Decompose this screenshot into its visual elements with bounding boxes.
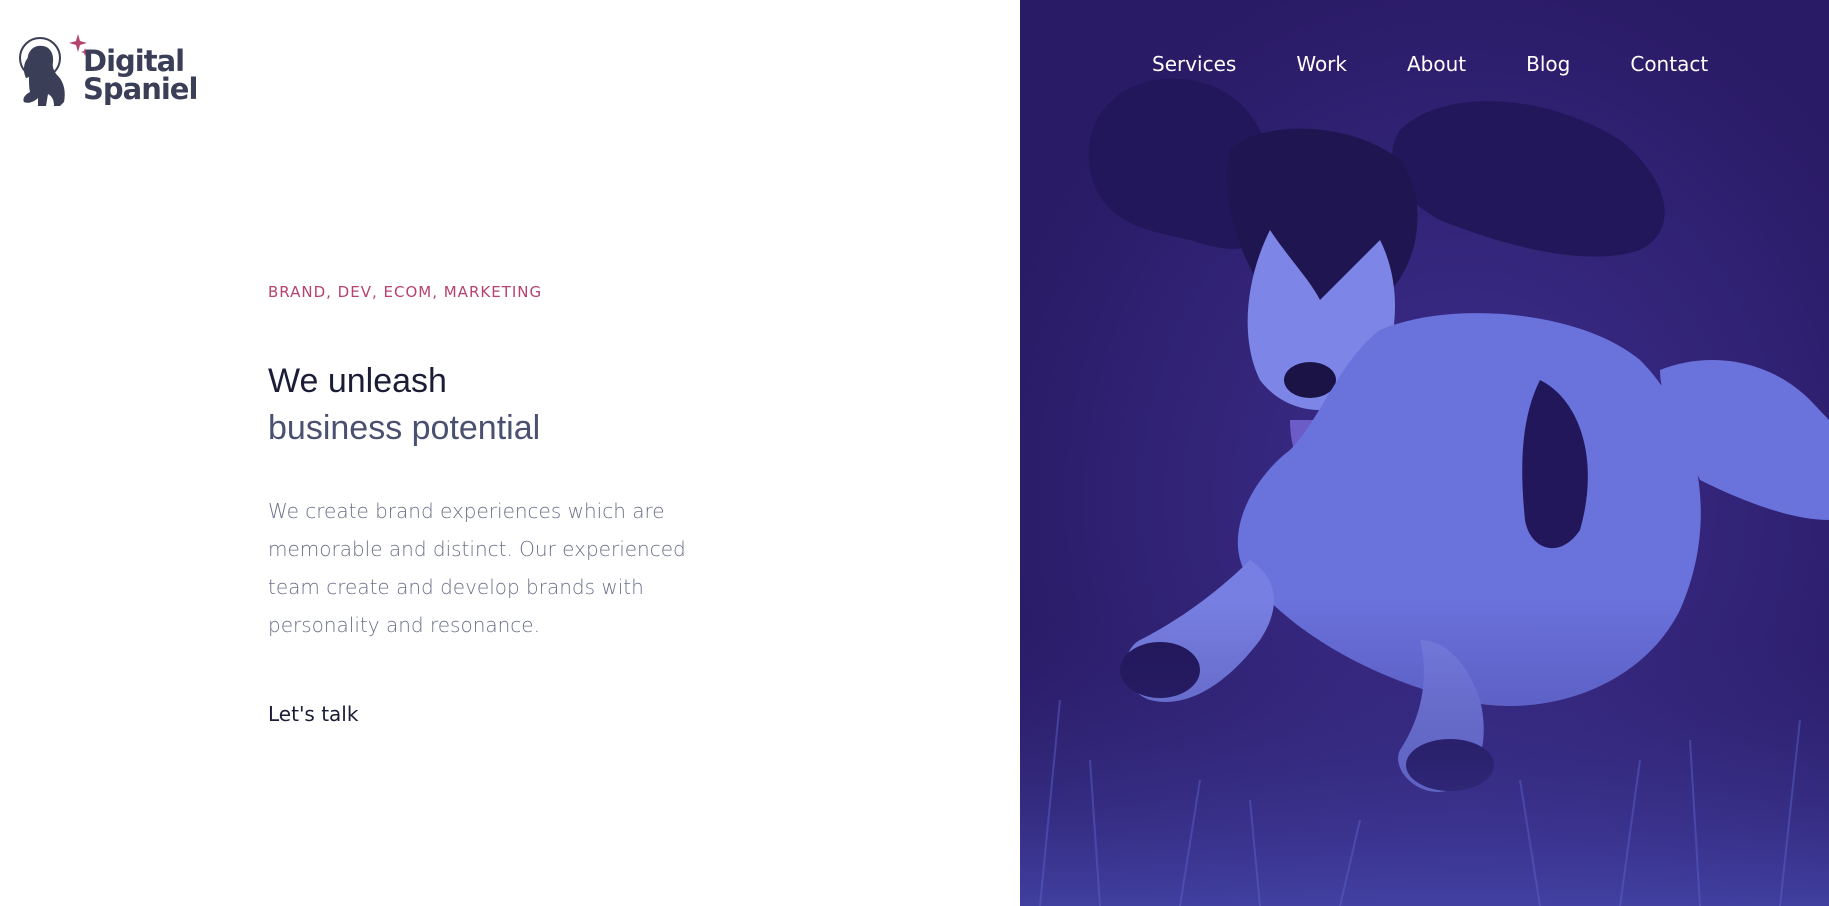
lets-talk-link[interactable]: Let's talk	[268, 702, 358, 726]
logo-wordmark-line1: Digital	[83, 44, 185, 78]
hero-headline-line1: We unleash	[268, 362, 447, 400]
hero-eyebrow: BRAND, DEV, ECOM, MARKETING	[268, 283, 543, 301]
nav-item-contact[interactable]: Contact	[1630, 49, 1708, 79]
main-nav: Services Work About Blog Contact	[1152, 49, 1708, 79]
nav-item-about[interactable]: About	[1407, 49, 1466, 79]
hero-headline-line2: business potential	[268, 409, 541, 447]
logo-wordmark-line2: Spaniel	[83, 72, 198, 106]
page: Digital Spaniel BRAND, DEV, ECOM, MARKET…	[0, 0, 1829, 906]
spaniel-running-photo	[1020, 0, 1829, 906]
logo-wordmark: Digital Spaniel	[83, 44, 198, 106]
logo-link[interactable]: Digital Spaniel	[18, 32, 198, 114]
spaniel-astronaut-icon	[19, 34, 89, 106]
nav-item-work[interactable]: Work	[1296, 49, 1347, 79]
nav-item-services[interactable]: Services	[1152, 49, 1236, 79]
hero-section: BRAND, DEV, ECOM, MARKETING We unleash b…	[268, 280, 708, 726]
hero-image	[1020, 0, 1829, 906]
nav-item-blog[interactable]: Blog	[1526, 49, 1570, 79]
hero-body-text: We create brand experiences which are me…	[268, 499, 686, 637]
hero-headline: We unleash business potential	[268, 358, 708, 452]
